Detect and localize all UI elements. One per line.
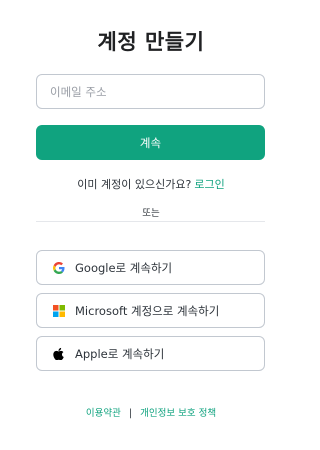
microsoft-icon bbox=[52, 304, 65, 317]
divider-label: 또는 bbox=[141, 206, 161, 221]
email-field[interactable] bbox=[36, 74, 265, 109]
page-title: 계정 만들기 bbox=[97, 30, 205, 54]
privacy-link[interactable]: 개인정보 보호 정책 bbox=[140, 408, 216, 419]
google-continue-label: Google로 계속하기 bbox=[75, 260, 173, 275]
google-continue-button[interactable]: Google로 계속하기 bbox=[36, 250, 265, 285]
microsoft-continue-label: Microsoft 계정으로 계속하기 bbox=[75, 303, 220, 318]
google-icon bbox=[52, 261, 65, 274]
continue-button[interactable]: 계속 bbox=[36, 125, 265, 160]
microsoft-continue-button[interactable]: Microsoft 계정으로 계속하기 bbox=[36, 293, 265, 328]
signup-page: 계정 만들기 계속 이미 계정이 있으신가요?로그인 또는 Google로 계속… bbox=[0, 0, 302, 450]
apple-continue-button[interactable]: Apple로 계속하기 bbox=[36, 336, 265, 371]
terms-link[interactable]: 이용약관 bbox=[86, 408, 121, 419]
apple-icon bbox=[52, 347, 65, 360]
apple-continue-label: Apple로 계속하기 bbox=[75, 346, 165, 361]
divider-line bbox=[36, 221, 265, 222]
login-link[interactable]: 로그인 bbox=[194, 178, 224, 191]
footer-separator: | bbox=[128, 408, 133, 419]
login-prompt-text: 이미 계정이 있으신가요? bbox=[77, 178, 192, 191]
login-prompt: 이미 계정이 있으신가요? 로그인 bbox=[0, 176, 302, 192]
footer-links: 이용약관 | 개인정보 보호 정책 bbox=[0, 405, 302, 419]
